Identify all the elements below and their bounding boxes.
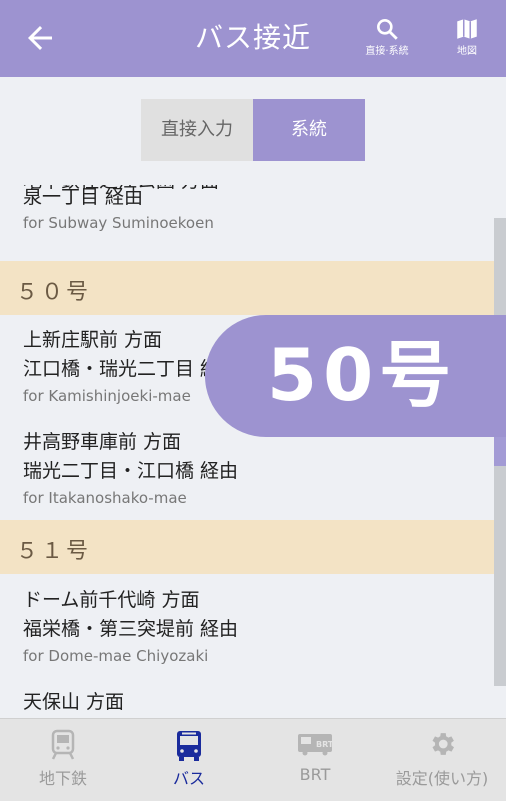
bus-icon xyxy=(177,731,201,761)
map-button[interactable]: 地図 xyxy=(435,14,499,58)
destination-label: 上新庄駅前 方面 xyxy=(23,329,163,351)
english-destination: for Subway Suminoekoen xyxy=(23,214,214,232)
english-destination: for Itakanoshako-mae xyxy=(23,489,187,507)
tab-subway[interactable]: 地下鉄 xyxy=(0,719,126,801)
app-header: バス接近 直接·系統 地図 xyxy=(0,0,506,77)
list-item[interactable]: 井高野車庫前 方面 瑞光二丁目・江口橋 経由 for Itakanoshako-… xyxy=(0,430,494,520)
svg-text:BRT: BRT xyxy=(316,740,334,749)
list-item[interactable]: ドーム前千代崎 方面 福栄橋・第三突堤前 経由 for Dome-mae Chi… xyxy=(0,588,494,678)
tab-brt-label: BRT xyxy=(299,765,331,784)
search-button-label: 直接·系統 xyxy=(365,46,409,57)
tab-settings-label: 設定(使い方) xyxy=(395,769,489,788)
route-index-label: 50号 xyxy=(267,333,458,417)
route-group-header: ５０号 xyxy=(0,261,494,315)
direct-input-tab[interactable]: 直接入力 xyxy=(141,99,253,161)
via-label: 瑞光二丁目・江口橋 経由 xyxy=(23,460,239,482)
route-index-bubble: 50号 xyxy=(205,315,506,437)
gear-icon xyxy=(432,733,454,755)
train-icon xyxy=(51,729,75,760)
english-destination: for Dome-mae Chiyozaki xyxy=(23,647,209,665)
input-mode-switch: 直接入力 系統 xyxy=(0,77,506,185)
via-label: 福栄橋・第三突堤前 経由 xyxy=(23,618,239,640)
list-item[interactable]: 地下鉄住之江公園 方面 泉一丁目 経由 for Subway Suminoeko… xyxy=(0,185,494,249)
bottom-tab-bar: 地下鉄 バス BRT BRT 設定(使い方) xyxy=(0,718,506,801)
tab-bus-label: バス xyxy=(172,769,205,788)
route-group-label: ５０号 xyxy=(16,280,92,305)
destination-label: 天保山 方面 xyxy=(23,691,125,713)
route-group-header: ５１号 xyxy=(0,520,494,574)
route-list: 地下鉄住之江公園 方面 泉一丁目 経由 for Subway Suminoeko… xyxy=(0,185,494,718)
tab-settings[interactable]: 設定(使い方) xyxy=(378,719,506,801)
route-tab[interactable]: 系統 xyxy=(253,99,365,161)
brt-bus-icon: BRT xyxy=(298,734,334,756)
via-label: 泉一丁目 経由 xyxy=(23,186,144,208)
map-button-label: 地図 xyxy=(457,46,477,57)
destination-label: ドーム前千代崎 方面 xyxy=(23,589,200,611)
destination-label: 井高野車庫前 方面 xyxy=(23,431,182,453)
direct-route-search-button[interactable]: 直接·系統 xyxy=(355,14,419,58)
tab-bus[interactable]: バス xyxy=(126,719,252,801)
map-icon xyxy=(457,19,477,39)
tab-brt[interactable]: BRT BRT xyxy=(252,719,378,801)
page-title: バス接近 xyxy=(194,21,311,54)
english-destination: for Kamishinjoeki-mae xyxy=(23,387,191,405)
search-icon xyxy=(377,19,398,40)
tab-subway-label: 地下鉄 xyxy=(38,769,87,788)
route-group-label: ５１号 xyxy=(16,539,92,564)
list-item[interactable]: 天保山 方面 xyxy=(0,690,494,718)
